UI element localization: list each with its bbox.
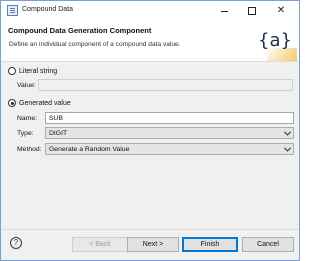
- value-input[interactable]: [38, 79, 293, 91]
- next-button[interactable]: Next >: [127, 237, 179, 252]
- minimize-button[interactable]: [210, 1, 238, 20]
- literal-string-label: Literal string: [19, 67, 58, 75]
- method-select-value: Generate a Random Value: [49, 146, 130, 153]
- header-description: Define an individual component of a comp…: [9, 41, 181, 48]
- minimize-icon: [220, 11, 228, 12]
- close-button[interactable]: ✕: [267, 1, 295, 20]
- cancel-button[interactable]: Cancel: [242, 237, 294, 252]
- method-label: Method:: [17, 146, 42, 153]
- help-icon[interactable]: ?: [10, 237, 22, 249]
- generated-value-radio[interactable]: [8, 99, 16, 107]
- footer-divider: [1, 229, 299, 230]
- name-label: Name:: [17, 115, 38, 122]
- maximize-icon: [248, 6, 256, 15]
- chevron-down-icon: [283, 128, 292, 136]
- close-icon: ✕: [276, 4, 286, 16]
- window-title: Compound Data: [22, 6, 73, 13]
- type-label: Type:: [17, 130, 34, 137]
- generated-value-option[interactable]: Generated value: [8, 99, 71, 107]
- finish-button[interactable]: Finish: [182, 237, 238, 252]
- header-title: Compound Data Generation Component: [8, 26, 152, 35]
- back-button[interactable]: < Back: [72, 237, 128, 252]
- literal-string-option[interactable]: Literal string: [8, 67, 57, 75]
- title-bar[interactable]: Compound Data ✕: [1, 1, 299, 20]
- maximize-button[interactable]: [238, 1, 266, 20]
- generated-value-label: Generated value: [19, 99, 71, 107]
- app-icon: [7, 5, 18, 16]
- method-select[interactable]: Generate a Random Value: [45, 143, 294, 155]
- dialog-window: Compound Data ✕ Compound Data Generation…: [0, 0, 300, 261]
- wizard-logo: {a}: [258, 29, 292, 51]
- name-input[interactable]: SUB: [45, 112, 294, 124]
- type-select-value: DIGIT: [49, 130, 68, 137]
- value-label: Value:: [17, 82, 36, 89]
- type-select[interactable]: DIGIT: [45, 127, 294, 139]
- form-area: Literal string Value: Generated value Na…: [1, 63, 299, 229]
- chevron-down-icon: [283, 144, 292, 152]
- literal-string-radio[interactable]: [8, 67, 16, 75]
- wizard-header: Compound Data Generation Component Defin…: [1, 20, 299, 62]
